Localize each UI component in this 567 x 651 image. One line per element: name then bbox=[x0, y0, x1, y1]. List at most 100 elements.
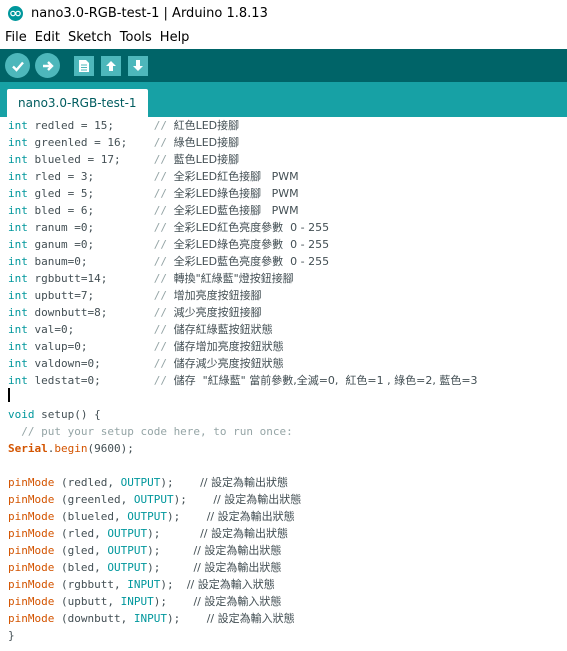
keyword: int bbox=[8, 289, 28, 302]
open-button[interactable] bbox=[101, 55, 121, 76]
keyword: int bbox=[8, 221, 28, 234]
upload-button[interactable] bbox=[35, 53, 60, 78]
code-text: upbutt=7; bbox=[27, 289, 154, 302]
code-line: int blueled = 17; // 藍色LED接腳 bbox=[8, 151, 239, 168]
code-text: ranum =0; bbox=[27, 221, 154, 234]
comment-text: 儲存紅綠藍按鈕狀態 bbox=[173, 323, 273, 336]
code-line: int redled = 15; // 紅色LED接腳 bbox=[8, 117, 239, 134]
verify-button[interactable] bbox=[5, 53, 30, 78]
tab-bar: nano3.0-RGB-test-1 bbox=[0, 82, 567, 117]
constant: OUTPUT bbox=[107, 561, 148, 574]
code-line: int ganum =0; // 全彩LED綠色亮度參數 0 - 255 bbox=[8, 236, 329, 253]
code-text: ); bbox=[173, 493, 187, 506]
comment-text: 儲存減少亮度按鈕狀態 bbox=[173, 357, 284, 370]
code-line: int bled = 6; // 全彩LED藍色接腳 PWM bbox=[8, 202, 299, 219]
constant: OUTPUT bbox=[127, 510, 167, 523]
code-text: (gled, bbox=[54, 544, 108, 557]
tab-label: nano3.0-RGB-test-1 bbox=[18, 96, 137, 110]
constant: OUTPUT bbox=[120, 476, 161, 489]
code-comment: // put your setup code here, to run once… bbox=[8, 425, 293, 438]
menu-edit[interactable]: Edit bbox=[32, 30, 63, 45]
menu-help[interactable]: Help bbox=[157, 30, 193, 45]
code-line: int greenled = 16; // 綠色LED接腳 bbox=[8, 134, 239, 151]
comment-text: 全彩LED藍色接腳 PWM bbox=[173, 204, 299, 217]
function-name: Serial bbox=[8, 442, 48, 455]
code-text: ); bbox=[147, 544, 161, 557]
menu-bar: File Edit Sketch Tools Help bbox=[0, 27, 567, 48]
code-line: pinMode (redled, OUTPUT); // 設定為輸出狀態 bbox=[8, 474, 288, 491]
keyword: int bbox=[8, 323, 28, 336]
menu-tools[interactable]: Tools bbox=[117, 30, 155, 45]
code-line: Serial.begin(9600); bbox=[8, 440, 134, 457]
function-name: pinMode bbox=[8, 578, 55, 591]
code-line: pinMode (blueled, OUTPUT); // 設定為輸出狀態 bbox=[8, 508, 295, 525]
new-button[interactable] bbox=[74, 55, 94, 76]
function-name: pinMode bbox=[8, 595, 55, 608]
comment-marker: // bbox=[153, 153, 174, 166]
function-name: pinMode bbox=[8, 476, 55, 489]
code-text: bled = 6; bbox=[27, 204, 154, 217]
code-line: int valup=0; // 儲存增加亮度按鈕狀態 bbox=[8, 338, 284, 355]
code-text: (upbutt, bbox=[54, 595, 121, 608]
code-text: valdown=0; bbox=[27, 357, 154, 370]
code-text: rled = 3; bbox=[27, 170, 154, 183]
save-button[interactable] bbox=[128, 55, 148, 76]
code-line: pinMode (rled, OUTPUT); // 設定為輸出狀態 bbox=[8, 525, 288, 542]
code-text: (9600); bbox=[87, 442, 134, 455]
keyword: int bbox=[8, 187, 28, 200]
comment-text: // 設定為輸出狀態 bbox=[200, 476, 289, 489]
code-text: downbutt=8; bbox=[27, 306, 154, 319]
comment-text: 減少亮度按鈕接腳 bbox=[173, 306, 262, 319]
code-text: redled = 15; bbox=[27, 119, 154, 132]
comment-text: 儲存增加亮度按鈕狀態 bbox=[173, 340, 284, 353]
keyword: int bbox=[8, 374, 28, 387]
comment-marker: // bbox=[153, 255, 174, 268]
comment-text: 全彩LED藍色亮度參數 0 - 255 bbox=[173, 255, 330, 268]
code-text: (rgbbutt, bbox=[54, 578, 128, 591]
save-icon bbox=[133, 59, 143, 71]
toolbar bbox=[0, 49, 567, 82]
comment-text: 全彩LED綠色亮度參數 0 - 255 bbox=[173, 238, 330, 251]
code-text: (rled, bbox=[54, 527, 108, 540]
comment-marker: // bbox=[153, 306, 174, 319]
menu-sketch[interactable]: Sketch bbox=[65, 30, 115, 45]
code-line: int upbutt=7; // 增加亮度按鈕接腳 bbox=[8, 287, 262, 304]
code-line: int downbutt=8; // 減少亮度按鈕接腳 bbox=[8, 304, 262, 321]
menu-file[interactable]: File bbox=[2, 30, 30, 45]
comment-text: // 設定為輸入狀態 bbox=[193, 595, 282, 608]
comment-marker: // bbox=[153, 323, 174, 336]
constant: OUTPUT bbox=[107, 527, 148, 540]
code-editor[interactable]: int redled = 15; // 紅色LED接腳 int greenled… bbox=[0, 117, 567, 651]
code-line: void setup() { bbox=[8, 406, 101, 423]
constant: INPUT bbox=[127, 578, 161, 591]
comment-text: 全彩LED紅色接腳 PWM bbox=[173, 170, 299, 183]
keyword: int bbox=[8, 357, 28, 370]
code-text: val=0; bbox=[27, 323, 154, 336]
keyword: int bbox=[8, 340, 28, 353]
comment-marker: // bbox=[153, 238, 174, 251]
comment-text: // 設定為輸出狀態 bbox=[206, 510, 295, 523]
code-line: int rled = 3; // 全彩LED紅色接腳 PWM bbox=[8, 168, 299, 185]
code-text: valup=0; bbox=[27, 340, 154, 353]
comment-text: // 設定為輸入狀態 bbox=[186, 578, 275, 591]
code-line: int valdown=0; // 儲存減少亮度按鈕狀態 bbox=[8, 355, 284, 372]
keyword: int bbox=[8, 306, 28, 319]
code-line: pinMode (bled, OUTPUT); // 設定為輸出狀態 bbox=[8, 559, 281, 576]
upload-icon bbox=[42, 60, 54, 71]
tab-sketch[interactable]: nano3.0-RGB-test-1 bbox=[7, 89, 148, 117]
constant: OUTPUT bbox=[133, 493, 174, 506]
comment-text: 綠色LED接腳 bbox=[173, 136, 240, 149]
code-line: pinMode (gled, OUTPUT); // 設定為輸出狀態 bbox=[8, 542, 281, 559]
code-text: ); bbox=[147, 527, 161, 540]
keyword: int bbox=[8, 136, 28, 149]
function-name: pinMode bbox=[8, 561, 55, 574]
code-text: ); bbox=[166, 510, 181, 523]
code-text: setup() { bbox=[34, 408, 101, 421]
closing-brace: } bbox=[8, 629, 15, 642]
code-text: ganum =0; bbox=[27, 238, 154, 251]
comment-marker: // bbox=[153, 204, 174, 217]
code-text: (downbutt, bbox=[54, 612, 134, 625]
